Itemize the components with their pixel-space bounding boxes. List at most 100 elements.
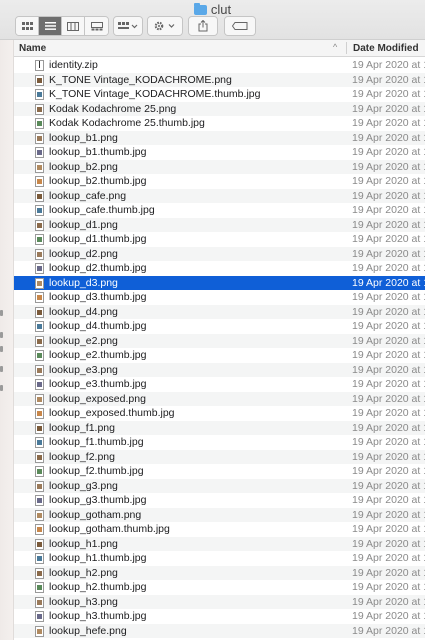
image-file-icon	[35, 509, 44, 521]
file-row[interactable]: Kodak Kodachrome 25.png 19 Apr 2020 at 15	[14, 101, 425, 116]
file-row[interactable]: identity.zip 19 Apr 2020 at 15	[14, 58, 425, 73]
icon-view-button[interactable]	[16, 17, 39, 35]
file-name: lookup_e3.png	[49, 363, 118, 376]
image-thumbnail-icon	[37, 396, 42, 402]
column-separator[interactable]	[346, 42, 347, 54]
image-file-icon	[35, 103, 44, 115]
file-date-modified: 19 Apr 2020 at 15	[352, 436, 425, 448]
file-date-modified: 19 Apr 2020 at 15	[352, 566, 425, 579]
group-grid-icon	[118, 22, 138, 29]
file-name: lookup_h3.thumb.jpg	[49, 610, 147, 622]
file-row[interactable]: lookup_h3.thumb.jpg 19 Apr 2020 at 15	[14, 609, 425, 624]
image-thumbnail-icon	[37, 179, 42, 184]
image-file-icon	[35, 234, 44, 245]
column-view-button[interactable]	[62, 17, 85, 35]
file-name: lookup_f1.png	[49, 421, 115, 434]
file-row[interactable]: lookup_h1.png 19 Apr 2020 at 15	[14, 536, 425, 551]
file-date-modified: 19 Apr 2020 at 15	[352, 537, 425, 550]
file-row[interactable]: lookup_d4.png 19 Apr 2020 at 15	[14, 304, 425, 319]
file-date-modified: 19 Apr 2020 at 15	[352, 595, 425, 608]
group-by-button[interactable]	[113, 16, 143, 36]
image-file-icon	[35, 118, 44, 129]
image-file-icon	[35, 466, 44, 477]
file-row[interactable]: lookup_gotham.png 19 Apr 2020 at 15	[14, 507, 425, 522]
file-row[interactable]: lookup_e3.png 19 Apr 2020 at 15	[14, 362, 425, 377]
file-date-modified: 19 Apr 2020 at 15	[352, 73, 425, 86]
file-name: lookup_d4.png	[49, 305, 118, 318]
image-thumbnail-icon	[37, 106, 42, 112]
image-thumbnail-icon	[37, 353, 42, 358]
file-row[interactable]: lookup_b2.thumb.jpg 19 Apr 2020 at 15	[14, 174, 425, 189]
image-file-icon	[35, 74, 44, 86]
file-row[interactable]: K_TONE Vintage_KODACHROME.thumb.jpg 19 Ap…	[14, 87, 425, 102]
file-row[interactable]: lookup_h2.png 19 Apr 2020 at 15	[14, 565, 425, 580]
file-row[interactable]: lookup_d1.thumb.jpg 19 Apr 2020 at 15	[14, 232, 425, 247]
file-row[interactable]: lookup_exposed.png 19 Apr 2020 at 15	[14, 391, 425, 406]
name-column-header[interactable]: Name	[19, 43, 46, 54]
file-row[interactable]: lookup_h2.thumb.jpg 19 Apr 2020 at 15	[14, 580, 425, 595]
file-row[interactable]: lookup_d2.thumb.jpg 19 Apr 2020 at 15	[14, 261, 425, 276]
file-name: lookup_g3.thumb.jpg	[49, 494, 147, 506]
file-row[interactable]: lookup_e3.thumb.jpg 19 Apr 2020 at 15	[14, 377, 425, 392]
file-row[interactable]: lookup_e2.png 19 Apr 2020 at 15	[14, 333, 425, 348]
file-row[interactable]: lookup_g3.thumb.jpg 19 Apr 2020 at 15	[14, 493, 425, 508]
file-row[interactable]: lookup_hefe.png 19 Apr 2020 at 1	[14, 623, 425, 638]
file-row[interactable]: lookup_gotham.thumb.jpg 19 Apr 2020 at 15	[14, 522, 425, 537]
file-name: lookup_b1.thumb.jpg	[49, 146, 147, 158]
file-row[interactable]: lookup_d3.thumb.jpg 19 Apr 2020 at 15	[14, 290, 425, 305]
image-file-icon	[35, 422, 44, 434]
file-row[interactable]: lookup_b1.png 19 Apr 2020 at 15	[14, 130, 425, 145]
file-row[interactable]: lookup_h1.thumb.jpg 19 Apr 2020 at 15	[14, 551, 425, 566]
image-file-icon	[35, 379, 44, 390]
file-date-modified: 19 Apr 2020 at 15	[352, 59, 425, 71]
file-row[interactable]: lookup_d3.png 19 Apr 2020 at 15	[14, 275, 425, 290]
list-view-button[interactable]	[39, 17, 62, 35]
share-button[interactable]	[188, 16, 218, 36]
image-thumbnail-icon	[37, 150, 42, 155]
image-thumbnail-icon	[37, 382, 42, 387]
image-thumbnail-icon	[37, 208, 42, 213]
file-row[interactable]: lookup_f1.png 19 Apr 2020 at 15	[14, 420, 425, 435]
gallery-view-button[interactable]	[85, 17, 108, 35]
file-row[interactable]: lookup_b1.thumb.jpg 19 Apr 2020 at 15	[14, 145, 425, 160]
file-date-modified: 19 Apr 2020 at 15	[352, 378, 425, 390]
file-row[interactable]: lookup_f1.thumb.jpg 19 Apr 2020 at 15	[14, 435, 425, 450]
file-date-modified: 19 Apr 2020 at 15	[352, 494, 425, 506]
sidebar-marker	[0, 310, 3, 316]
image-thumbnail-icon	[37, 251, 42, 257]
file-date-modified: 19 Apr 2020 at 15	[352, 291, 425, 303]
file-date-modified: 19 Apr 2020 at 15	[352, 334, 425, 347]
file-row[interactable]: lookup_d2.png 19 Apr 2020 at 15	[14, 246, 425, 261]
file-row[interactable]: lookup_b2.png 19 Apr 2020 at 15	[14, 159, 425, 174]
file-name: K_TONE Vintage_KODACHROME.thumb.jpg	[49, 88, 261, 100]
image-thumbnail-icon	[37, 121, 42, 126]
file-date-modified: 19 Apr 2020 at 15	[352, 233, 425, 245]
file-row[interactable]: lookup_f2.thumb.jpg 19 Apr 2020 at 15	[14, 464, 425, 479]
file-date-modified: 19 Apr 2020 at 15	[352, 88, 425, 100]
action-menu-button[interactable]	[147, 16, 183, 36]
file-row[interactable]: lookup_cafe.png 19 Apr 2020 at 15	[14, 188, 425, 203]
file-row[interactable]: lookup_exposed.thumb.jpg 19 Apr 2020 at 1…	[14, 406, 425, 421]
image-thumbnail-icon	[37, 309, 42, 315]
file-row[interactable]: lookup_f2.png 19 Apr 2020 at 15	[14, 449, 425, 464]
file-row[interactable]: lookup_d4.thumb.jpg 19 Apr 2020 at 15	[14, 319, 425, 334]
file-name: lookup_b2.png	[49, 160, 118, 173]
file-row[interactable]: lookup_cafe.thumb.jpg 19 Apr 2020 at 15	[14, 203, 425, 218]
file-name: lookup_h1.thumb.jpg	[49, 552, 147, 564]
group-by-inner	[114, 17, 142, 35]
date-modified-column-header[interactable]: Date Modified	[353, 43, 419, 54]
file-date-modified: 19 Apr 2020 at 15	[352, 392, 425, 405]
image-file-icon	[35, 161, 44, 173]
image-file-icon	[35, 524, 44, 535]
file-name: Kodak Kodachrome 25.thumb.jpg	[49, 117, 205, 129]
file-row[interactable]: lookup_d1.png 19 Apr 2020 at 15	[14, 217, 425, 232]
file-row[interactable]: Kodak Kodachrome 25.thumb.jpg 19 Apr 2020…	[14, 116, 425, 131]
file-row[interactable]: K_TONE Vintage_KODACHROME.png 19 Apr 2020…	[14, 72, 425, 87]
file-row[interactable]: lookup_e2.thumb.jpg 19 Apr 2020 at 15	[14, 348, 425, 363]
file-row[interactable]: lookup_h3.png 19 Apr 2020 at 15	[14, 594, 425, 609]
file-name: lookup_h1.png	[49, 537, 118, 550]
tags-button[interactable]	[224, 16, 256, 36]
file-row[interactable]: lookup_g3.png 19 Apr 2020 at 15	[14, 478, 425, 493]
file-date-modified: 19 Apr 2020 at 1	[352, 624, 425, 637]
file-name: lookup_h2.thumb.jpg	[49, 581, 147, 593]
